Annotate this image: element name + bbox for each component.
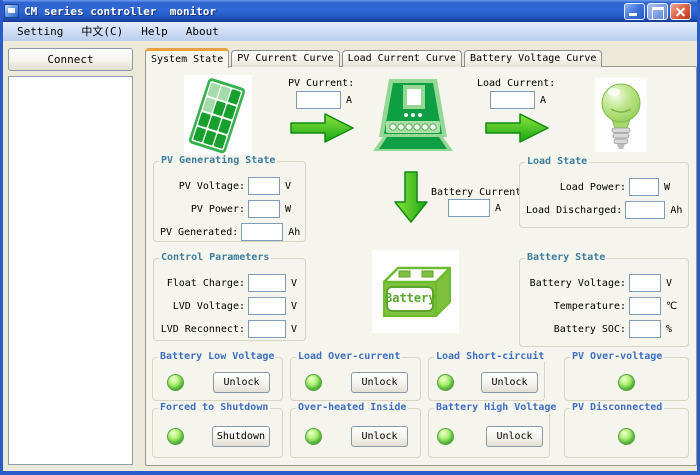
- lvd-reconnect-input[interactable]: [248, 320, 286, 338]
- tab-battery-voltage-curve[interactable]: Battery Voltage Curve: [464, 50, 602, 67]
- status-led: [167, 428, 184, 445]
- alarm-forced-to-shutdown: Forced to Shutdown Shutdown: [152, 408, 283, 458]
- load-current-label: Load Current:: [477, 78, 555, 89]
- field-row: Float Charge: V: [160, 274, 299, 292]
- load-discharged-input[interactable]: [625, 201, 665, 219]
- minimize-icon[interactable]: [624, 3, 645, 20]
- field-row: LVD Voltage: V: [160, 297, 299, 315]
- group-title: Control Parameters: [159, 252, 271, 263]
- solar-panel-icon: [184, 75, 252, 157]
- unlock-button[interactable]: Unlock: [486, 426, 543, 447]
- battery-soc-input[interactable]: [629, 320, 661, 338]
- field-row: Battery Voltage: V: [526, 274, 682, 292]
- battery-state-group: Battery State Battery Voltage: V Tempera…: [519, 258, 689, 347]
- status-led: [618, 374, 635, 391]
- alarm-battery-high-voltage: Battery High Voltage Unlock: [428, 408, 550, 458]
- unlock-button[interactable]: Unlock: [481, 372, 538, 393]
- arrow-right-icon: [289, 112, 355, 147]
- pv-voltage-input[interactable]: [248, 177, 280, 195]
- menu-setting[interactable]: Setting: [8, 22, 72, 41]
- alarm-battery-low-voltage: Battery Low Voltage Unlock: [152, 357, 283, 401]
- field-row: LVD Reconnect: V: [160, 320, 299, 338]
- alarm-pv-over-voltage: PV Over-voltage: [564, 357, 689, 401]
- group-title: Battery State: [525, 252, 607, 263]
- pv-current-unit: A: [346, 95, 352, 106]
- field-row: PV Voltage: V: [160, 177, 299, 195]
- field-row: Battery SOC: %: [526, 320, 682, 338]
- load-current-unit: A: [540, 95, 546, 106]
- menu-about[interactable]: About: [177, 22, 228, 41]
- close-icon[interactable]: [670, 3, 691, 20]
- battery-current-label: Battery Current:: [431, 187, 527, 198]
- arrow-down-icon: [393, 170, 429, 227]
- battery-icon: Battery: [372, 250, 459, 333]
- pv-power-input[interactable]: [248, 200, 280, 218]
- tab-load-current-curve[interactable]: Load Current Curve: [342, 50, 462, 67]
- load-current-input[interactable]: [490, 91, 535, 109]
- pv-current-row: A: [296, 91, 352, 109]
- alarm-over-heated-inside: Over-heated Inside Unlock: [290, 408, 421, 458]
- status-led: [167, 374, 184, 391]
- menu-help[interactable]: Help: [132, 22, 177, 41]
- load-power-input[interactable]: [629, 178, 659, 196]
- battery-voltage-input[interactable]: [629, 274, 661, 292]
- lvd-voltage-input[interactable]: [248, 297, 286, 315]
- menu-language[interactable]: 中文(C): [72, 22, 132, 41]
- tab-pv-current-curve[interactable]: PV Current Curve: [231, 50, 339, 67]
- window-title: CM series controller monitor: [24, 5, 216, 18]
- system-state-page: PV Current: A: [145, 66, 697, 466]
- status-led: [618, 428, 635, 445]
- alarm-load-over-current: Load Over-current Unlock: [290, 357, 421, 401]
- pv-current-label: PV Current:: [288, 78, 354, 89]
- alarm-load-short-circuit: Load Short-circuit Unlock: [428, 357, 545, 401]
- battery-current-row: A: [448, 199, 501, 217]
- field-row: Load Power: W: [526, 178, 682, 196]
- unlock-button[interactable]: Unlock: [213, 372, 270, 393]
- battery-current-unit: A: [495, 203, 501, 214]
- titlebar: CM series controller monitor: [0, 0, 700, 22]
- field-row: PV Power: W: [160, 200, 299, 218]
- control-parameters-group: Control Parameters Float Charge: V LVD V…: [153, 258, 306, 341]
- unlock-button[interactable]: Unlock: [351, 372, 408, 393]
- field-row: PV Generated: Ah: [160, 223, 299, 241]
- unlock-button[interactable]: Unlock: [351, 426, 408, 447]
- arrow-right-icon: [484, 112, 550, 147]
- controller-icon: [373, 77, 453, 157]
- status-led: [305, 428, 322, 445]
- float-charge-input[interactable]: [248, 274, 286, 292]
- temperature-input[interactable]: [629, 297, 661, 315]
- battery-current-input[interactable]: [448, 199, 490, 217]
- group-title: PV Generating State: [159, 155, 277, 166]
- tabstrip: System State PV Current Curve Load Curre…: [145, 47, 604, 67]
- menubar: Setting 中文(C) Help About: [3, 22, 697, 41]
- group-title: Load State: [525, 156, 589, 167]
- load-current-row: A: [490, 91, 546, 109]
- status-led: [437, 428, 454, 445]
- app-window: CM series controller monitor Setting 中文(…: [0, 0, 700, 475]
- maximize-icon[interactable]: [647, 3, 668, 20]
- tab-system-state[interactable]: System State: [145, 48, 229, 68]
- pv-generated-input[interactable]: [241, 223, 283, 241]
- window-controls: [624, 3, 691, 20]
- status-led: [305, 374, 322, 391]
- app-icon: [4, 4, 19, 18]
- device-list[interactable]: [8, 76, 133, 465]
- light-bulb-icon: [595, 78, 647, 152]
- pv-generating-state-group: PV Generating State PV Voltage: V PV Pow…: [153, 161, 306, 242]
- shutdown-button[interactable]: Shutdown: [212, 426, 270, 447]
- field-row: Temperature: ℃: [526, 297, 682, 315]
- load-state-group: Load State Load Power: W Load Discharged…: [519, 162, 689, 228]
- battery-icon-label: Battery: [385, 285, 435, 311]
- alarm-pv-disconnected: PV Disconnected: [564, 408, 689, 458]
- field-row: Load Discharged: Ah: [526, 201, 682, 219]
- pv-current-input[interactable]: [296, 91, 341, 109]
- status-led: [437, 374, 454, 391]
- connect-button[interactable]: Connect: [8, 48, 133, 71]
